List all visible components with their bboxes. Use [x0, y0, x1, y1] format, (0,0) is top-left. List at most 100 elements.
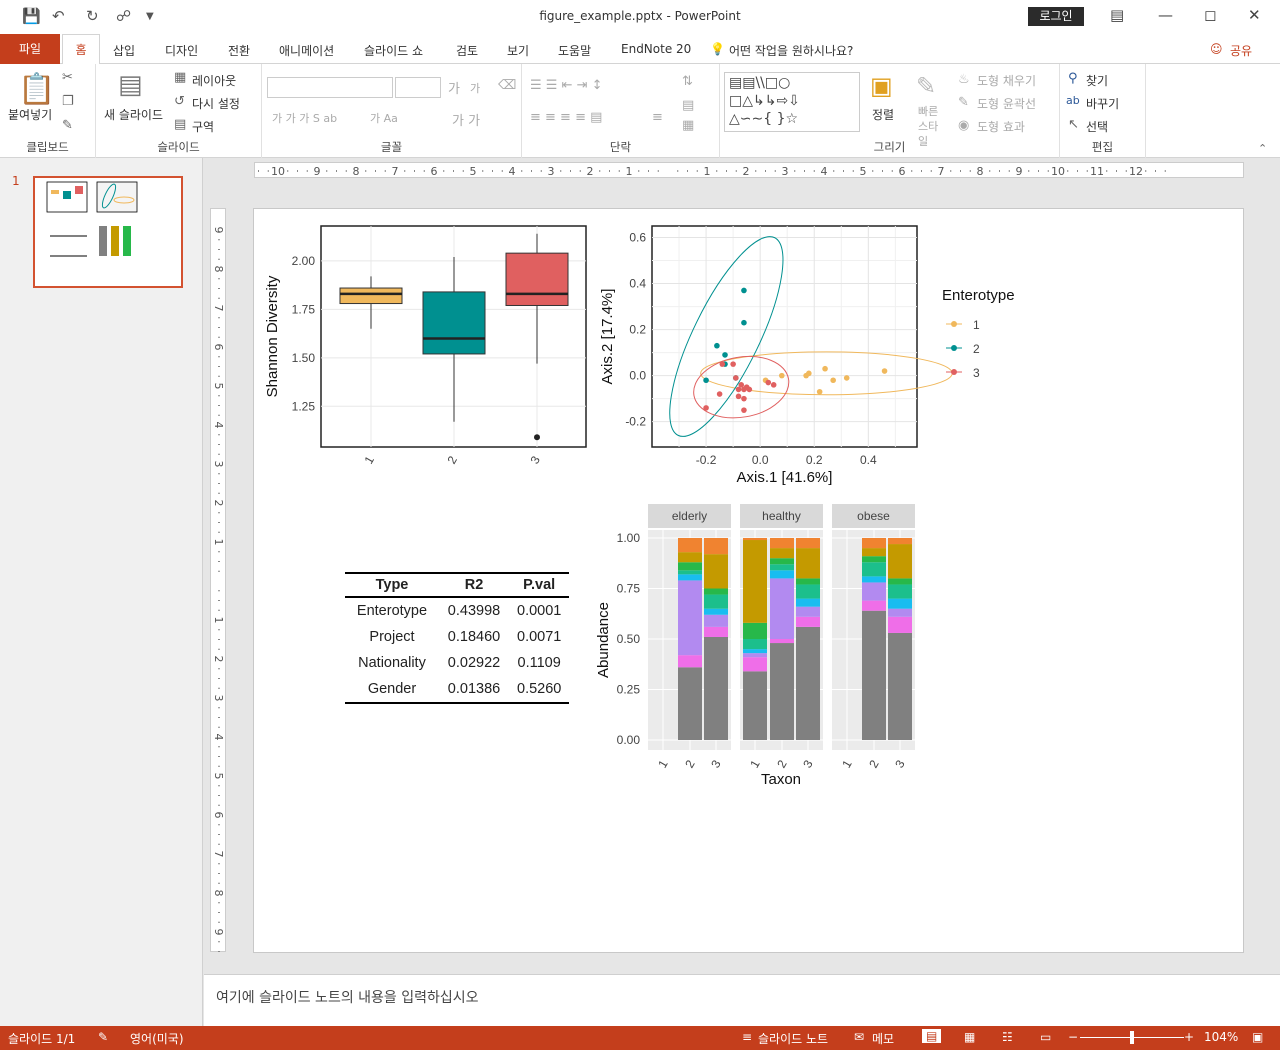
bar-segment	[796, 606, 820, 617]
table-header-pval: P.val	[509, 572, 570, 598]
table-row: Gender 0.01386 0.5260	[345, 676, 570, 704]
table-cell: Gender	[345, 676, 439, 704]
data-point	[830, 377, 836, 384]
zoom-out-icon[interactable]: −	[1068, 1030, 1078, 1044]
table-cell: 0.02922	[447, 655, 501, 671]
bar-segment	[888, 578, 912, 585]
y-axis-title: Shannon Diversity	[264, 275, 281, 397]
y-tick-label: 1.00	[617, 531, 641, 545]
data-point	[703, 377, 709, 384]
legend-marker	[951, 321, 957, 327]
table-cell: Enterotype	[356, 603, 428, 619]
table-cell: 0.01386	[439, 676, 509, 704]
data-point	[806, 370, 812, 377]
bar-segment	[704, 538, 728, 555]
spellcheck-icon[interactable]: ✎	[98, 1030, 108, 1044]
stacked-bar-chart[interactable]: 0.000.250.500.751.00elderly1 2 3healthy1 2 3…	[595, 504, 915, 788]
table-row: Enterotype 0.43998 0.0001	[345, 597, 569, 624]
x-tick-label: 3	[800, 757, 816, 770]
slideshow-icon[interactable]: ▭	[1040, 1030, 1051, 1044]
x-tick-label: 2	[682, 757, 698, 770]
table-header-type: Type	[345, 572, 439, 598]
data-point	[822, 365, 828, 372]
legend-label: 3	[973, 366, 980, 380]
bar-segment	[743, 540, 767, 623]
x-tick-label: 0.2	[806, 453, 823, 467]
bar-segment	[796, 616, 820, 627]
table-cell: 0.5260	[509, 676, 570, 704]
x-tick-label: 2	[445, 453, 461, 466]
comments-button[interactable]: 메모	[872, 1030, 894, 1047]
outlier-point	[534, 434, 540, 441]
data-point	[843, 375, 850, 381]
bar-segment	[678, 655, 702, 668]
y-tick-label: 0.75	[617, 582, 641, 596]
data-point	[881, 368, 888, 374]
facet-label: healthy	[762, 509, 801, 523]
legend-label: 2	[973, 342, 980, 356]
charts-layer: 1.251.501.752.001 2 3Shannon Diversity -0.…	[264, 223, 1015, 788]
bar-segment	[770, 570, 794, 579]
x-tick-label: 1	[747, 757, 763, 770]
boxplot-chart[interactable]: 1.25 1.50 1.75 2.00 1 2 3 Shannon Diversity	[264, 225, 587, 466]
slide-sorter-icon[interactable]: ▦	[964, 1030, 975, 1044]
bar-segment	[678, 552, 702, 563]
y-tick-label: 1.25	[292, 399, 316, 413]
data-point	[770, 382, 777, 388]
x-tick-label: 2	[866, 757, 882, 770]
y-tick-label: 0.25	[617, 683, 641, 697]
legend-marker	[951, 369, 957, 375]
reading-view-icon[interactable]: ☷	[1002, 1030, 1013, 1044]
y-tick-label: 0.6	[629, 231, 646, 245]
notes-placeholder[interactable]: 여기에 슬라이드 노트의 내용을 입력하십시오	[216, 987, 479, 1007]
pcoa-scatter-chart[interactable]: -0.2 0.0 0.2 0.4 -0.2 0.0 0.2 0.4 0.6 Axis.1 [41.…	[599, 223, 1015, 486]
bar-segment	[678, 562, 702, 571]
bar-segment	[743, 671, 767, 740]
y-axis-title: Axis.2 [17.4%]	[599, 289, 616, 385]
language-indicator[interactable]: 영어(미국)	[130, 1030, 184, 1047]
facet-label: elderly	[672, 509, 707, 523]
x-tick-label: 1	[655, 757, 671, 770]
fit-slide-icon[interactable]: ▣	[1252, 1030, 1263, 1044]
comments-icon: ✉	[854, 1030, 865, 1044]
y-tick-label: -0.2	[625, 415, 646, 429]
bar-segment	[796, 548, 820, 579]
zoom-slider-thumb[interactable]	[1130, 1031, 1134, 1044]
data-point	[703, 405, 709, 411]
y-axis-title: Abundance	[595, 602, 612, 678]
bar-segment	[678, 538, 702, 553]
notes-pane[interactable]: 여기에 슬라이드 노트의 내용을 입력하십시오	[204, 974, 1280, 1026]
bar-segment	[770, 564, 794, 571]
x-tick-label: 3	[528, 453, 544, 466]
zoom-level[interactable]: 104%	[1204, 1030, 1238, 1044]
legend-title: Enterotype	[942, 287, 1015, 304]
bar-segment	[743, 649, 767, 654]
data-point	[765, 379, 772, 386]
data-point	[722, 352, 728, 358]
box	[505, 252, 569, 306]
box	[339, 287, 403, 305]
data-point	[719, 361, 726, 367]
bar-segment	[862, 582, 886, 601]
bar-segment	[862, 610, 886, 740]
y-tick-label: 0.0	[629, 369, 646, 383]
bar-segment	[862, 600, 886, 611]
bar-segment	[862, 548, 886, 557]
y-tick-label: 1.75	[292, 302, 316, 316]
data-point	[730, 361, 736, 367]
table-cell: 0.0071	[517, 629, 562, 645]
notes-button[interactable]: 슬라이드 노트	[758, 1030, 828, 1047]
data-point	[716, 391, 723, 397]
data-point	[733, 375, 739, 381]
bar-segment	[888, 632, 912, 740]
data-point	[741, 319, 747, 326]
bar-segment	[888, 538, 912, 545]
table-row: Nationality 0.02922 0.1109	[345, 650, 569, 676]
normal-view-icon[interactable]: ▤	[922, 1029, 942, 1043]
x-tick-label: 0.0	[752, 453, 769, 467]
zoom-in-icon[interactable]: +	[1184, 1030, 1194, 1044]
x-tick-label: 1	[362, 453, 378, 466]
bar-segment	[678, 570, 702, 575]
y-tick-label: 1.50	[292, 351, 316, 365]
bar-segment	[704, 614, 728, 627]
